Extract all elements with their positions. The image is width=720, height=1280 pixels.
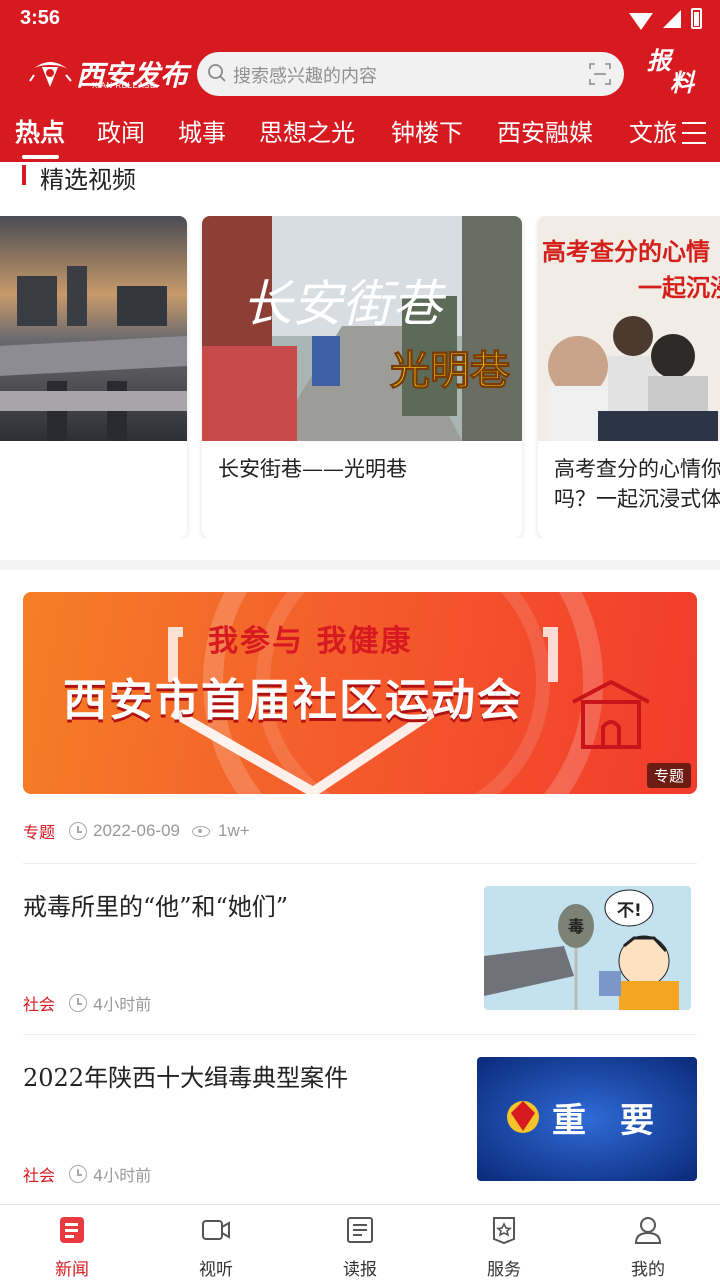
scan-icon[interactable] (589, 63, 611, 85)
battery-icon (691, 8, 702, 29)
category-label: 社会 (23, 995, 56, 1014)
publish-date: 2022-06-09 (93, 821, 180, 840)
tab-hot[interactable]: 热点 (15, 113, 65, 149)
video-thumbnail: 长安街巷 光明巷 (202, 216, 522, 441)
tabbar-label: 我的 (631, 1260, 665, 1280)
category-tabs: 热点 政闻 城事 思想之光 钟楼下 西安融媒 文旅 (0, 113, 720, 162)
list-divider (23, 1034, 697, 1035)
news-title: 2022年陕西十大缉毒典型案件 (23, 1064, 349, 1092)
signal-icon (663, 9, 681, 28)
svg-text:不!: 不! (617, 901, 642, 921)
view-count: 1w+ (217, 821, 250, 840)
clock-icon (69, 1165, 88, 1183)
service-icon (493, 1217, 515, 1245)
tab-xian-media[interactable]: 西安融媒 (497, 113, 593, 148)
tabbar-item-newspaper[interactable]: 读报 (320, 1215, 400, 1280)
category-label: 专题 (23, 823, 56, 842)
tabbar-item-news[interactable]: 新闻 (32, 1215, 112, 1280)
publish-time: 4小时前 (93, 995, 152, 1014)
news-meta: 社会 4小时前 (23, 991, 151, 1015)
section-divider (0, 560, 720, 570)
search-placeholder: 搜索感兴趣的内容 (233, 66, 377, 87)
clock-icon (69, 822, 88, 840)
video-title: 高考查分的心情你 吗？一起沉浸式体 (554, 457, 720, 511)
tab-city[interactable]: 城事 (178, 113, 226, 148)
newspaper-icon (347, 1217, 373, 1243)
video-icon (202, 1220, 230, 1240)
section-title-text: 精选视频 (40, 166, 136, 194)
category-label: 社会 (23, 1166, 56, 1185)
status-icons (629, 8, 702, 30)
tab-culture-tourism[interactable]: 文旅 (629, 113, 677, 148)
eye-icon (191, 825, 210, 837)
profile-icon (634, 1217, 662, 1244)
tabbar-label: 新闻 (55, 1260, 89, 1280)
tabbar-label: 视听 (199, 1260, 233, 1280)
tabbar-item-video[interactable]: 视听 (176, 1215, 256, 1280)
app-logo: 西安发布 XIAN RELEASE (28, 51, 188, 93)
status-bar: 3:56 (0, 0, 720, 40)
news-icon (60, 1217, 84, 1243)
banner-subtitle: 我参与 我健康 (208, 624, 413, 659)
section-accent-bar (22, 165, 26, 185)
status-time: 3:56 (20, 7, 61, 29)
tabbar-label: 读报 (343, 1260, 377, 1280)
bottom-tab-bar: 新闻 视听 读报 服务 我的 (0, 1204, 720, 1280)
app-header: 3:56 西安发布 XIAN RELEASE 搜索感兴趣的内容 报 料 热点 政… (0, 0, 720, 162)
video-card[interactable] (0, 216, 187, 538)
tab-thought[interactable]: 思想之光 (259, 113, 355, 148)
tabbar-item-profile[interactable]: 我的 (608, 1215, 688, 1280)
report-label-2: 料 (670, 68, 694, 97)
news-thumbnail: 毒 不! (484, 886, 691, 1010)
clock-icon (69, 994, 88, 1012)
search-bar[interactable]: 搜索感兴趣的内容 (197, 52, 624, 96)
news-meta: 社会 4小时前 (23, 1162, 151, 1186)
report-button[interactable]: 报 料 (647, 49, 697, 97)
tabbar-item-service[interactable]: 服务 (464, 1215, 544, 1280)
svg-text:长安街巷: 长安街巷 (242, 275, 447, 333)
menu-icon[interactable] (682, 122, 706, 144)
video-title: 长安街巷——光明巷 (218, 457, 407, 481)
svg-text:一起沉浸: 一起沉浸 (638, 274, 720, 302)
video-thumbnail (0, 216, 187, 441)
svg-text:毒: 毒 (568, 917, 584, 936)
svg-text:重 要: 重 要 (552, 1101, 654, 1141)
wifi-icon (629, 13, 653, 30)
search-icon (208, 64, 226, 82)
publish-time: 4小时前 (93, 1166, 152, 1185)
tab-politics[interactable]: 政闻 (97, 113, 145, 148)
banner-title: 西安市首届社区运动会 (63, 675, 523, 726)
list-divider (23, 863, 697, 864)
video-card[interactable]: 长安街巷 光明巷 长安街巷——光明巷 (202, 216, 522, 538)
tab-bell-tower[interactable]: 钟楼下 (391, 113, 463, 148)
banner-meta: 专题 2022-06-09 1w+ (23, 819, 250, 843)
video-carousel[interactable]: 长安街巷 光明巷 长安街巷——光明巷 高考查分的心情 一起沉浸 高考查分的心情你… (0, 216, 720, 538)
news-title: 戒毒所里的“他”和“她们” (23, 893, 289, 921)
topic-banner[interactable]: 我参与 我健康 西安市首届社区运动会 专题 (23, 592, 697, 794)
svg-text:高考查分的心情: 高考查分的心情 (542, 238, 710, 266)
svg-text:光明巷: 光明巷 (390, 347, 511, 394)
video-card[interactable]: 高考查分的心情 一起沉浸 高考查分的心情你 吗？一起沉浸式体 (538, 216, 720, 538)
logo-subtext: XIAN RELEASE (92, 81, 156, 90)
video-thumbnail: 高考查分的心情 一起沉浸 (538, 216, 720, 441)
tabbar-label: 服务 (487, 1260, 521, 1280)
logo-mark-icon (29, 62, 72, 87)
news-thumbnail: 重 要 (477, 1057, 697, 1181)
topic-badge: 专题 (646, 763, 691, 788)
tab-active-indicator (22, 155, 59, 159)
